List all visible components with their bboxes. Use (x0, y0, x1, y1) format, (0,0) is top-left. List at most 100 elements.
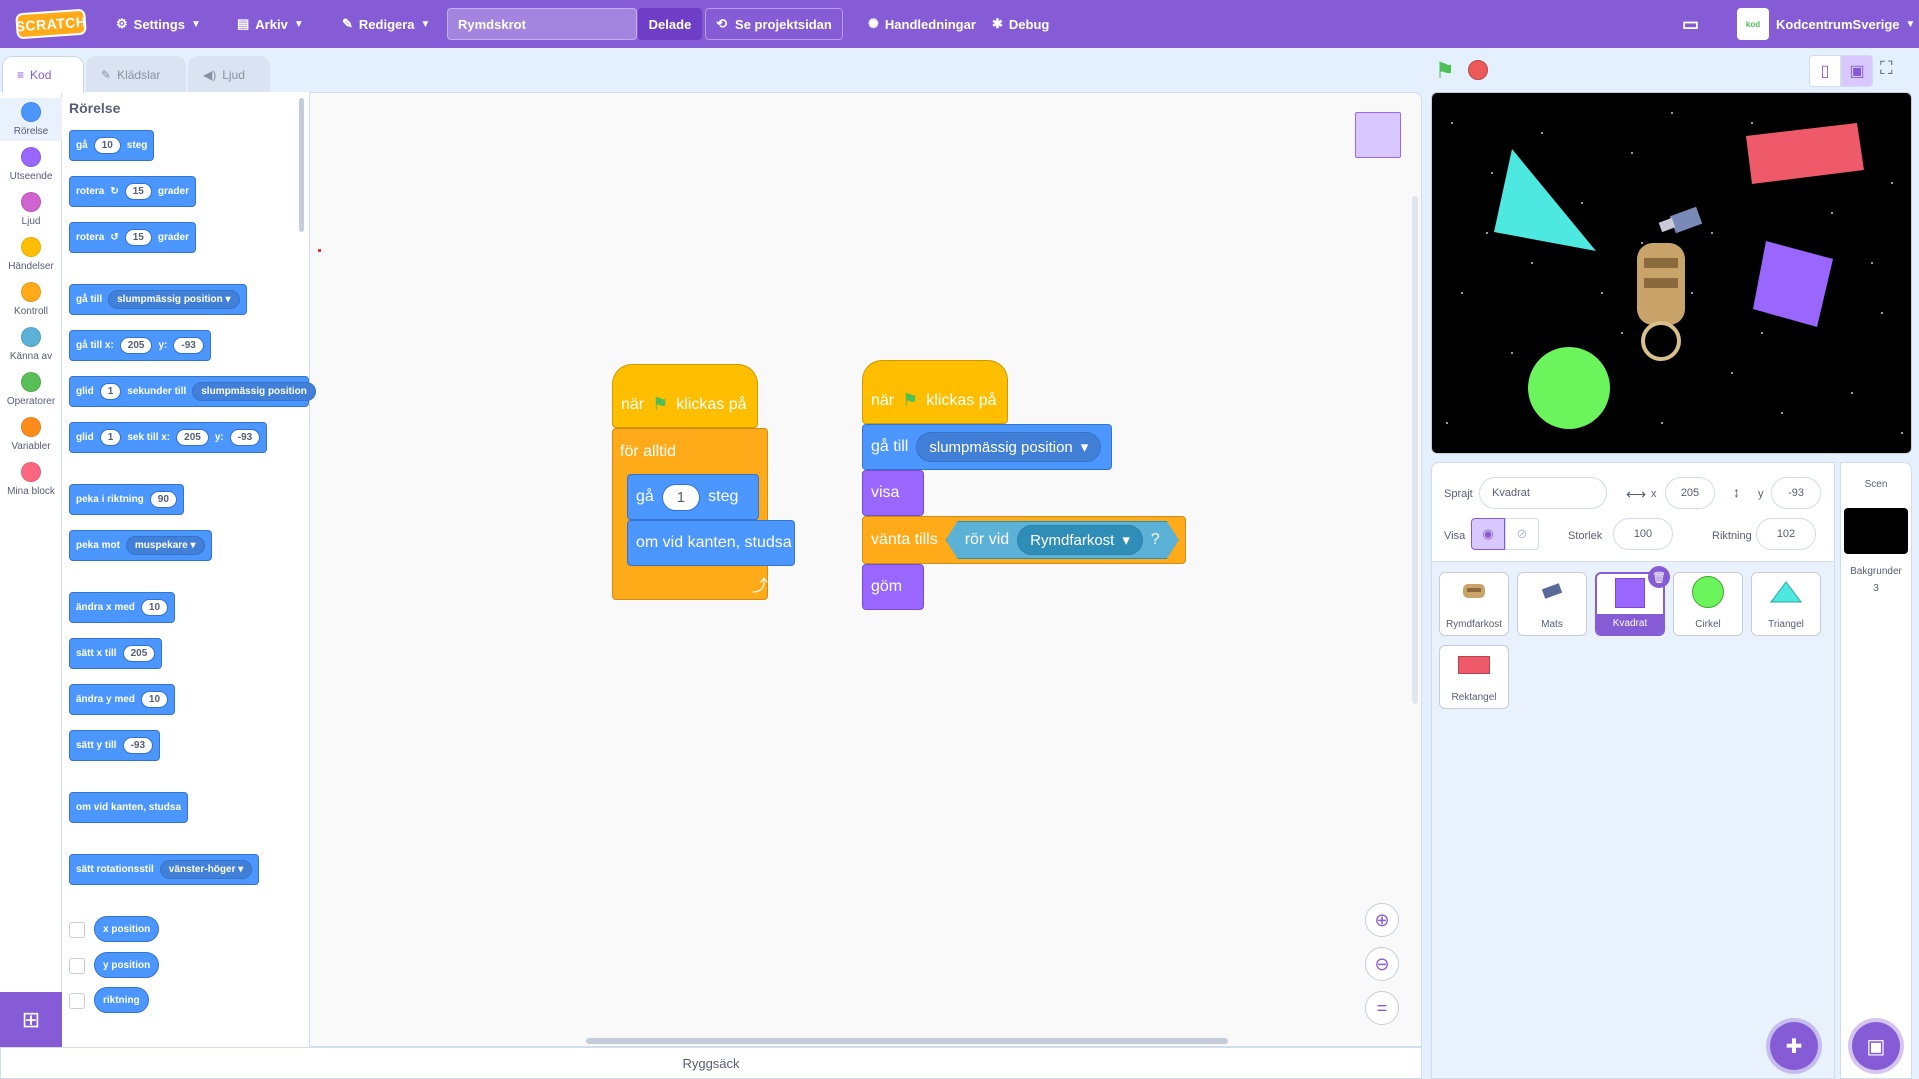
block-input[interactable]: 10 (140, 691, 169, 708)
script1-when-flag-clicked[interactable]: när ⚑ klickas på (612, 382, 758, 428)
reporter-checkbox[interactable] (69, 922, 85, 938)
block-goto-xy[interactable]: gå till x: 205 y: -93 (69, 330, 211, 361)
file-menu[interactable]: ▤ Arkiv ▼ (237, 0, 304, 48)
circle-sprite[interactable] (1528, 347, 1610, 429)
add-extension-button[interactable]: ⊞ (0, 992, 62, 1047)
script2-wait-until[interactable]: vänta tills rör vid Rymdfarkost ▾ ? (862, 516, 1186, 564)
block-dropdown[interactable]: slumpmässig position ▾ (108, 290, 240, 309)
block-dropdown[interactable]: Rymdfarkost ▾ (1017, 525, 1143, 555)
block-goto[interactable]: gå till slumpmässig position ▾ (69, 284, 247, 315)
block-bounce[interactable]: om vid kanten, studsa (69, 792, 189, 823)
satellite-sprite[interactable] (1658, 206, 1703, 234)
scratch-logo[interactable]: SCRATCH (15, 8, 87, 40)
category-my-blocks[interactable]: Mina block (0, 462, 62, 497)
category-events[interactable]: Händelser (0, 237, 62, 272)
tab-sounds[interactable]: ◀) Ljud (188, 56, 270, 92)
script1-move-steps[interactable]: gå 1 steg (627, 474, 759, 520)
block-dropdown[interactable]: slumpmässig position (192, 382, 316, 401)
block-dropdown[interactable]: muspekare ▾ (125, 536, 205, 555)
block-change-y[interactable]: ändra y med 10 (69, 684, 176, 715)
block-input[interactable]: 1 (99, 383, 122, 400)
choose-backdrop-button[interactable]: ▣ (1852, 1022, 1900, 1070)
debug-button[interactable]: ✱ Debug (992, 0, 1049, 48)
square-sprite[interactable] (1753, 241, 1833, 327)
block-glide-to[interactable]: glid 1 sekunder till slumpmässig positio… (69, 376, 316, 407)
block-move-steps[interactable]: gå 10 steg (69, 130, 155, 161)
tab-costumes[interactable]: ✎ Klädslar (86, 56, 186, 92)
block-point-direction[interactable]: peka i riktning 90 (69, 484, 184, 515)
project-title-input[interactable]: Rymdskrot (447, 8, 637, 40)
normal-stage-button[interactable]: ▣ (1841, 55, 1873, 87)
category-motion[interactable]: Rörelse (0, 98, 62, 141)
category-control[interactable]: Kontroll (0, 282, 62, 317)
zoom-out-button[interactable]: ⊖ (1365, 947, 1399, 981)
spacecraft-sprite[interactable] (1637, 243, 1685, 361)
block-input[interactable]: 90 (149, 491, 177, 508)
block-dropdown[interactable]: vänster-höger ▾ (159, 860, 253, 879)
sprite-tile-rymdfarkost[interactable]: Rymdfarkost (1439, 572, 1509, 636)
account-menu[interactable]: KodcentrumSverige ▼ (1776, 0, 1915, 48)
block-input[interactable]: 1 (99, 429, 122, 446)
sprite-tile-triangel[interactable]: Triangel (1751, 572, 1821, 636)
show-sprite-button[interactable]: ◉ (1471, 518, 1505, 550)
reporter-checkbox[interactable] (69, 993, 85, 1009)
tutorials-button[interactable]: ✺ Handledningar (868, 0, 976, 48)
reporter-checkbox[interactable] (69, 958, 85, 974)
block-input[interactable]: -93 (229, 429, 261, 446)
block-change-x[interactable]: ändra x med 10 (69, 592, 176, 623)
tab-code[interactable]: ≡ Kod (2, 56, 84, 93)
reporter-y-position[interactable]: y position (94, 952, 160, 978)
green-flag-button[interactable]: ⚑ (1435, 58, 1455, 84)
sprite-tile-cirkel[interactable]: Cirkel (1673, 572, 1743, 636)
sprite-tile-mats[interactable]: Mats (1517, 572, 1587, 636)
rectangle-sprite[interactable] (1746, 123, 1864, 184)
block-turn-left[interactable]: rotera ↺ 15 grader (69, 222, 196, 253)
script2-goto[interactable]: gå till slumpmässig position ▾ (862, 424, 1112, 470)
settings-menu[interactable]: ⚙ Settings ▼ (116, 0, 201, 48)
stage-canvas[interactable] (1431, 92, 1912, 454)
x-input[interactable]: 205 (1665, 477, 1715, 509)
zoom-in-button[interactable]: ⊕ (1365, 903, 1399, 937)
hide-sprite-button[interactable]: ⊘ (1505, 518, 1539, 550)
block-dropdown[interactable]: slumpmässig position ▾ (916, 432, 1102, 462)
block-rotation-style[interactable]: sätt rotationsstil vänster-höger ▾ (69, 854, 260, 885)
y-input[interactable]: -93 (1771, 477, 1821, 509)
block-input[interactable]: -93 (173, 337, 204, 354)
share-button[interactable]: Delade (638, 8, 702, 40)
avatar[interactable]: kod (1737, 8, 1769, 40)
reporter-direction[interactable]: riktning (94, 987, 149, 1013)
category-looks[interactable]: Utseende (0, 147, 62, 182)
fullscreen-button[interactable]: ⛶ (1880, 58, 1893, 79)
touching-condition[interactable]: rör vid Rymdfarkost ▾ ? (946, 521, 1179, 559)
sprite-tile-rektangel[interactable]: Rektangel (1439, 645, 1509, 709)
category-operators[interactable]: Operatorer (0, 372, 62, 407)
folder-icon[interactable]: ▭ (1682, 0, 1699, 48)
reporter-x-position[interactable]: x position (94, 916, 160, 942)
backpack[interactable]: Ryggsäck (0, 1047, 1422, 1079)
stage-selector[interactable]: Scen Bakgrunder 3 (1840, 462, 1912, 1079)
triangle-sprite[interactable] (1494, 149, 1596, 251)
script2-when-flag-clicked[interactable]: när ⚑ klickas på (862, 378, 1008, 424)
block-set-x[interactable]: sätt x till 205 (69, 638, 163, 669)
category-sound[interactable]: Ljud (0, 192, 62, 227)
edit-menu[interactable]: ✎ Redigera ▼ (342, 0, 430, 48)
size-input[interactable]: 100 (1613, 518, 1673, 550)
sprite-name-input[interactable]: Kvadrat (1479, 477, 1607, 509)
delete-sprite-button[interactable]: 🗑 (1648, 566, 1670, 588)
palette-scrollbar[interactable] (299, 98, 304, 232)
block-input[interactable]: -93 (122, 737, 154, 754)
zoom-reset-button[interactable]: = (1365, 991, 1399, 1025)
vertical-scrollbar[interactable] (1412, 196, 1418, 704)
block-input[interactable]: 15 (124, 229, 152, 246)
block-input[interactable]: 10 (140, 599, 169, 616)
block-input[interactable]: 15 (124, 183, 152, 200)
see-project-button[interactable]: ⟲ Se projektsidan (705, 8, 843, 40)
choose-sprite-button[interactable]: ✚ (1770, 1022, 1818, 1070)
small-stage-button[interactable]: ▯ (1809, 55, 1841, 87)
block-input[interactable]: 205 (122, 645, 156, 662)
block-input[interactable]: 1 (661, 483, 701, 511)
block-point-towards[interactable]: peka mot muspekare ▾ (69, 530, 212, 561)
category-variables[interactable]: Variabler (0, 417, 62, 452)
block-glide-xy[interactable]: glid 1 sek till x: 205 y: -93 (69, 422, 268, 453)
block-turn-right[interactable]: rotera ↻ 15 grader (69, 176, 196, 207)
